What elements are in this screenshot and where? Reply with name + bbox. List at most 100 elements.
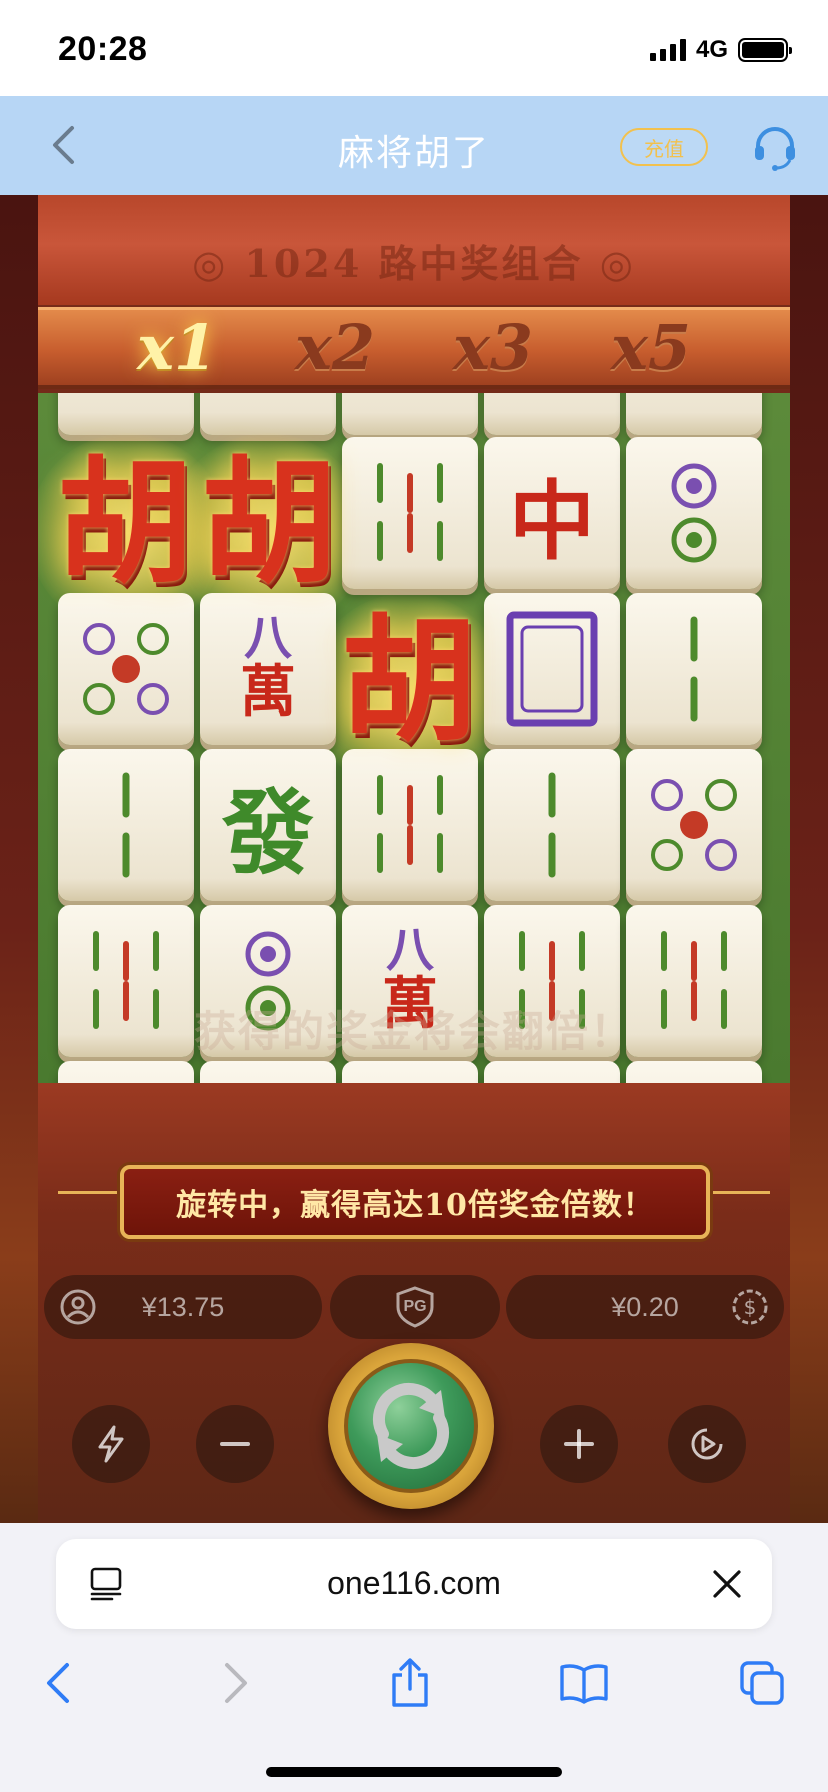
autoplay-icon (691, 1428, 723, 1460)
winning-symbol-hu: 胡 (341, 600, 477, 761)
game-main: ◎ 1024 路中奖组合 ◎ x1 x2 x3 x5 中 八 萬 發 八 萬 胡… (38, 195, 790, 1523)
close-icon[interactable] (706, 1563, 748, 1605)
tile-bamboo-2 (58, 749, 194, 901)
tile (200, 1061, 336, 1083)
tabs-icon (740, 1661, 784, 1705)
circle-5-icon (83, 623, 169, 715)
autoplay-button[interactable] (668, 1405, 746, 1483)
status-time: 20:28 (58, 30, 148, 68)
circle-5-icon (651, 779, 737, 871)
bet-display[interactable]: ¥0.20 $ (506, 1275, 784, 1339)
svg-text:$: $ (744, 1295, 757, 1319)
spin-button-inner (344, 1359, 478, 1493)
plus-icon (564, 1429, 594, 1459)
browser-back-button[interactable] (28, 1653, 88, 1713)
tile (626, 1061, 762, 1083)
tile (58, 1061, 194, 1083)
headset-icon (755, 127, 795, 171)
browser-toolbar (0, 1653, 828, 1733)
provider-badge[interactable]: PG (330, 1275, 500, 1339)
balance-value: ¥13.75 (141, 1291, 225, 1322)
promo-text: 旋转中，赢得高达10倍奖金倍数！ (176, 1188, 654, 1223)
bet-value: ¥0.20 (611, 1291, 679, 1322)
ways-text: ◎ 1024 路中奖组合 ◎ (192, 241, 636, 286)
address-bar[interactable]: one116.com (56, 1539, 772, 1629)
multiplier-x2: x2 (294, 311, 376, 384)
lightning-icon (98, 1425, 124, 1463)
balance-display[interactable]: ¥13.75 (44, 1275, 322, 1339)
tile (484, 393, 620, 435)
tile-bamboo-2 (626, 593, 762, 745)
tile-green-dragon: 發 (200, 749, 336, 901)
multiplier-x5: x5 (610, 311, 692, 384)
increase-bet-button[interactable] (540, 1405, 618, 1483)
bamboo-2-icon (122, 772, 130, 878)
tile-red-dragon: 中 (484, 437, 620, 589)
bamboo-6-icon (377, 463, 443, 561)
tile-ba: 八 (243, 610, 292, 667)
browser-forward-button[interactable] (206, 1653, 266, 1713)
multiplier-x1: x1 (136, 311, 218, 384)
share-icon (392, 1658, 428, 1707)
minus-icon (220, 1442, 250, 1446)
multiplier-x3: x3 (452, 311, 534, 384)
network-type: 4G (695, 36, 728, 63)
customer-service-button[interactable] (750, 122, 800, 172)
tile-circle-5 (626, 749, 762, 901)
ways-banner: ◎ 1024 路中奖组合 ◎ (38, 195, 790, 305)
dollar-coin-icon: $ (732, 1289, 768, 1325)
spin-button[interactable] (328, 1343, 494, 1509)
tile-bamboo-6 (342, 749, 478, 901)
promo-banner: 旋转中，赢得高达10倍奖金倍数！ (120, 1165, 710, 1239)
bookmarks-button[interactable] (554, 1653, 614, 1713)
tile-ba: 八 (385, 922, 434, 979)
battery-icon (738, 38, 792, 62)
bamboo-2-icon (548, 772, 556, 878)
winning-symbol-hu: 胡 (57, 442, 193, 603)
chevron-left-icon (47, 1663, 69, 1703)
url-text: one116.com (327, 1565, 501, 1601)
promo-ornament-right (700, 1191, 770, 1194)
circle-2-icon (671, 463, 717, 563)
book-icon (560, 1664, 608, 1704)
tile-wan: 萬 (240, 659, 296, 726)
tile (626, 393, 762, 435)
recharge-button[interactable]: 充值 (620, 128, 708, 166)
share-button[interactable] (380, 1653, 440, 1713)
control-panel: 旋转中，赢得高达10倍奖金倍数！ ¥13.75 PG ¥0.20 $ (38, 1083, 790, 1523)
tile (484, 1061, 620, 1083)
watermark-text: 获得的奖金将会翻倍！ (193, 1007, 634, 1056)
signal-icon (649, 39, 686, 61)
bamboo-6-icon (377, 775, 443, 873)
spin-icon (373, 1382, 449, 1470)
home-indicator (266, 1767, 562, 1777)
tile-bamboo-2 (484, 749, 620, 901)
multiplier-bar: x1 x2 x3 x5 (38, 307, 790, 389)
promo-ornament-left (58, 1191, 128, 1194)
tile-zhong: 中 (509, 470, 595, 572)
provider-badge-label: PG (403, 1298, 427, 1315)
tabs-button[interactable] (732, 1653, 792, 1713)
white-dragon-icon (506, 611, 598, 727)
tile (342, 1061, 478, 1083)
status-indicators: 4G (649, 36, 792, 64)
game-canvas[interactable]: ◎ 1024 路中奖组合 ◎ x1 x2 x3 x5 中 八 萬 發 八 萬 胡… (0, 195, 828, 1523)
bamboo-2-icon (690, 616, 698, 722)
tile-8-wan: 八 萬 (200, 593, 336, 745)
user-icon (60, 1289, 96, 1325)
game-side-left (0, 195, 38, 1523)
tile-white-dragon (484, 593, 620, 745)
tile-circle-2 (626, 437, 762, 589)
decrease-bet-button[interactable] (196, 1405, 274, 1483)
winning-symbol-hu: 胡 (201, 442, 337, 603)
tile-fa: 發 (221, 778, 314, 887)
game-side-right (790, 195, 828, 1523)
browser-bottom-bar: one116.com (0, 1523, 828, 1792)
tile-circle-5 (58, 593, 194, 745)
tile-bamboo-6 (342, 437, 478, 589)
chevron-right-icon (225, 1663, 247, 1703)
app-header: 麻将胡了 充值 (0, 96, 828, 195)
reels-grid[interactable]: 中 八 萬 發 八 萬 胡 胡 胡 获得的奖金将会翻倍！ (38, 393, 790, 1083)
tile (342, 393, 478, 435)
turbo-button[interactable] (72, 1405, 150, 1483)
